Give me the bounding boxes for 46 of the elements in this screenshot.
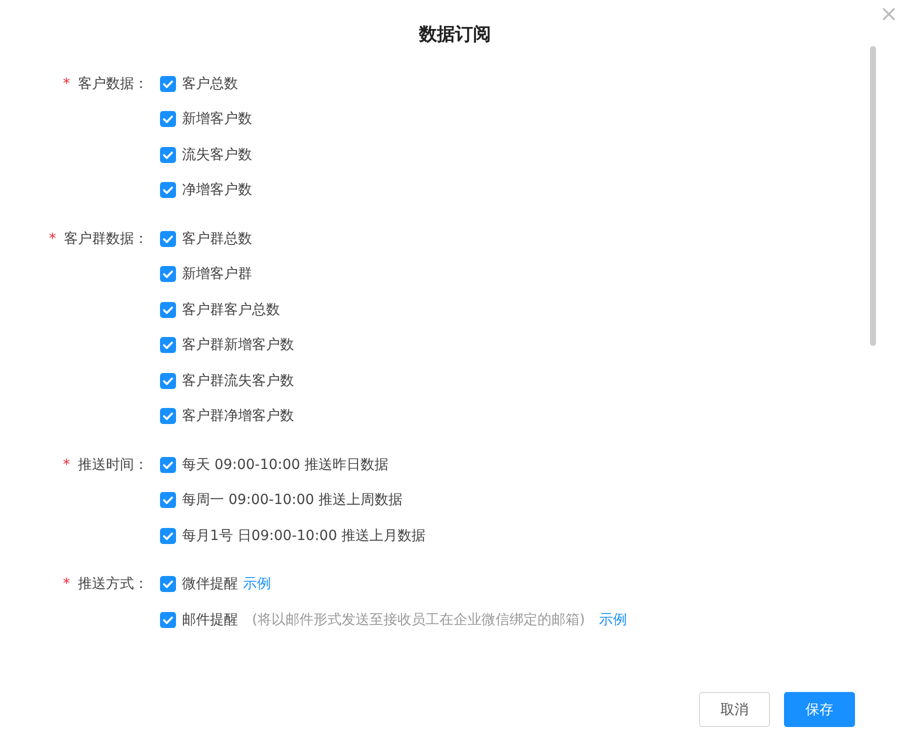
hint-text: (将以邮件形式发送至接收员工在企业微信绑定的邮箱) bbox=[252, 610, 585, 629]
checkbox[interactable] bbox=[160, 111, 176, 128]
checkbox[interactable] bbox=[160, 266, 176, 282]
option-label: 新增客户数 bbox=[182, 110, 252, 128]
scrollbar[interactable] bbox=[870, 46, 876, 346]
option-label: 每天 09:00-10:00 推送昨日数据 bbox=[182, 456, 389, 474]
checkbox[interactable] bbox=[160, 408, 176, 424]
checkbox[interactable] bbox=[160, 302, 176, 318]
dialog-title: 数据订阅 bbox=[419, 23, 491, 47]
option-label: 每月1号 日09:00-10:00 推送上月数据 bbox=[182, 526, 426, 545]
example-link[interactable]: 示例 bbox=[243, 575, 271, 594]
required-mark: * bbox=[49, 230, 56, 247]
checkbox[interactable] bbox=[160, 612, 176, 628]
option-label: 新增客户群 bbox=[182, 265, 252, 284]
checkbox[interactable] bbox=[160, 456, 176, 473]
option-label: 净增客户数 bbox=[182, 181, 252, 200]
option-label: 每周一 09:00-10:00 推送上周数据 bbox=[182, 491, 403, 510]
option-label: 客户群新增客户数 bbox=[182, 336, 294, 354]
example-link[interactable]: 示例 bbox=[598, 610, 627, 629]
option-label: 流失客户数 bbox=[182, 146, 252, 164]
option-label: 客户群流失客户数 bbox=[182, 372, 294, 390]
checkbox[interactable] bbox=[160, 492, 176, 508]
required-mark: * bbox=[63, 576, 70, 592]
option-label: 微伴提醒 bbox=[182, 575, 238, 594]
checkbox[interactable] bbox=[160, 372, 176, 389]
option-label: 客户群总数 bbox=[182, 230, 252, 248]
field-label: 推送时间： bbox=[78, 456, 148, 474]
cancel-button[interactable]: 取消 bbox=[699, 692, 770, 727]
required-mark: * bbox=[63, 456, 70, 473]
close-button[interactable]: × bbox=[876, 2, 902, 28]
field-label: 客户数据： bbox=[78, 74, 148, 93]
checkbox[interactable] bbox=[160, 76, 176, 92]
option-label: 客户群净增客户数 bbox=[182, 407, 294, 426]
option-label: 客户总数 bbox=[182, 74, 238, 93]
checkbox[interactable] bbox=[160, 337, 176, 354]
option-label: 客户群客户总数 bbox=[182, 300, 280, 319]
save-button[interactable]: 保存 bbox=[784, 692, 855, 727]
checkbox[interactable] bbox=[160, 146, 176, 163]
checkbox[interactable] bbox=[160, 182, 176, 198]
checkbox[interactable] bbox=[160, 576, 176, 592]
option-label: 邮件提醒 bbox=[182, 610, 238, 629]
field-label: 推送方式： bbox=[78, 575, 148, 594]
field-label: 客户群数据： bbox=[64, 230, 148, 248]
required-mark: * bbox=[63, 76, 70, 92]
checkbox[interactable] bbox=[160, 230, 176, 247]
checkbox[interactable] bbox=[160, 528, 176, 544]
